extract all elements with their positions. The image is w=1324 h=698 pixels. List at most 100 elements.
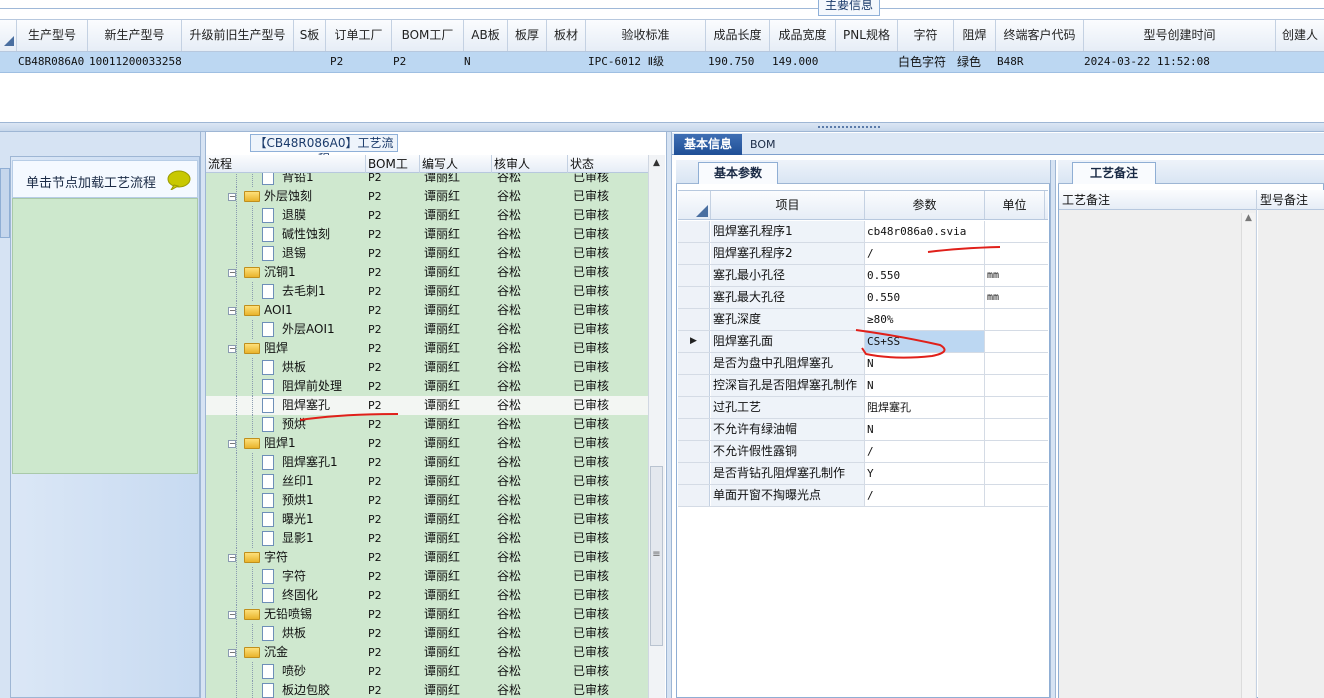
- col-standard[interactable]: 验收标准: [586, 20, 706, 51]
- param-value[interactable]: N: [865, 353, 985, 374]
- col-model[interactable]: 生产型号: [17, 20, 88, 51]
- main-info-title[interactable]: 主要信息: [818, 0, 880, 16]
- tree-folder-row[interactable]: − 沉金 P2 谭丽红 谷松 已审核: [206, 643, 648, 662]
- param-row[interactable]: 塞孔深度 ≥80%: [678, 309, 1048, 331]
- params-corner[interactable]: [678, 191, 711, 219]
- row-indicator[interactable]: [678, 397, 710, 418]
- row-indicator[interactable]: [678, 265, 710, 286]
- param-value[interactable]: CS+SS: [865, 331, 985, 352]
- left-side-tab[interactable]: [0, 168, 10, 238]
- tree-folder-row[interactable]: − 阻焊1 P2 谭丽红 谷松 已审核: [206, 434, 648, 453]
- row-indicator[interactable]: [678, 287, 710, 308]
- param-row[interactable]: 不允许有绿油帽 N: [678, 419, 1048, 441]
- col-param[interactable]: 参数: [865, 191, 985, 219]
- col-creator[interactable]: 创建人: [1276, 20, 1324, 51]
- row-indicator[interactable]: [678, 463, 710, 484]
- tree-step-row[interactable]: 喷砂 P2 谭丽红 谷松 已审核: [206, 662, 648, 681]
- col-bom-factory[interactable]: BOM工厂: [366, 155, 420, 189]
- param-row[interactable]: 是否背钻孔阻焊塞孔制作 Y: [678, 463, 1048, 485]
- param-row[interactable]: 控深盲孔是否阻焊塞孔制作 N: [678, 375, 1048, 397]
- tree-folder-row[interactable]: − 外层蚀刻 P2 谭丽红 谷松 已审核: [206, 187, 648, 206]
- table-row[interactable]: CB48R086A0 10011200033258 P2 P2 N IPC-60…: [0, 52, 1324, 73]
- col-status[interactable]: 状态: [568, 155, 648, 173]
- tree-folder-row[interactable]: − 无铅喷锡 P2 谭丽红 谷松 已审核: [206, 605, 648, 624]
- tree-step-row[interactable]: 曝光1 P2 谭丽红 谷松 已审核: [206, 510, 648, 529]
- row-indicator[interactable]: [678, 375, 710, 396]
- tree-step-row[interactable]: 显影1 P2 谭丽红 谷松 已审核: [206, 529, 648, 548]
- tree-step-row[interactable]: 阻焊前处理 P2 谭丽红 谷松 已审核: [206, 377, 648, 396]
- col-flow[interactable]: 流程: [206, 155, 366, 173]
- param-value[interactable]: 0.550: [865, 287, 985, 308]
- tree-step-row[interactable]: 阻焊塞孔1 P2 谭丽红 谷松 已审核: [206, 453, 648, 472]
- col-customer-code[interactable]: 终端客户代码: [996, 20, 1084, 51]
- col-ab-board[interactable]: AB板: [464, 20, 508, 51]
- tree-folder-row[interactable]: − 沉铜1 P2 谭丽红 谷松 已审核: [206, 263, 648, 282]
- tree-folder-row[interactable]: − AOI1 P2 谭丽红 谷松 已审核: [206, 301, 648, 320]
- splitter-grip-icon[interactable]: [818, 126, 880, 129]
- col-new-model[interactable]: 新生产型号: [88, 20, 182, 51]
- tree-step-row[interactable]: 退膜 P2 谭丽红 谷松 已审核: [206, 206, 648, 225]
- tree-step-row[interactable]: 退锡 P2 谭丽红 谷松 已审核: [206, 244, 648, 263]
- row-indicator[interactable]: [678, 419, 710, 440]
- middle-splitter[interactable]: [666, 132, 672, 698]
- col-thickness[interactable]: 板厚: [508, 20, 547, 51]
- param-value[interactable]: 0.550: [865, 265, 985, 286]
- scroll-up-icon[interactable]: ▲: [650, 157, 663, 170]
- tree-step-row[interactable]: 去毛刺1 P2 谭丽红 谷松 已审核: [206, 282, 648, 301]
- param-value[interactable]: N: [865, 375, 985, 396]
- col-item[interactable]: 项目: [711, 191, 865, 219]
- row-indicator[interactable]: [678, 441, 710, 462]
- tree-step-row[interactable]: 板边包胶 P2 谭丽红 谷松 已审核: [206, 681, 648, 698]
- col-solder-mask[interactable]: 阻焊: [954, 20, 996, 51]
- tree-step-row[interactable]: 终固化 P2 谭丽红 谷松 已审核: [206, 586, 648, 605]
- col-bom-factory[interactable]: BOM工厂: [392, 20, 464, 51]
- col-order-factory[interactable]: 订单工厂: [326, 20, 392, 51]
- col-length[interactable]: 成品长度: [706, 20, 770, 51]
- tree-step-row[interactable]: 丝印1 P2 谭丽红 谷松 已审核: [206, 472, 648, 491]
- param-value[interactable]: N: [865, 419, 985, 440]
- param-value[interactable]: /: [865, 485, 985, 506]
- param-row[interactable]: 是否为盘中孔阻焊塞孔 N: [678, 353, 1048, 375]
- tab-basic-info[interactable]: 基本信息: [674, 134, 742, 155]
- param-value[interactable]: /: [865, 441, 985, 462]
- collapse-toggle-icon[interactable]: −: [228, 649, 236, 657]
- select-all-corner-icon[interactable]: [4, 36, 14, 46]
- param-value[interactable]: 阻焊塞孔: [865, 397, 985, 418]
- row-indicator[interactable]: [678, 243, 710, 264]
- tab-bom[interactable]: BOM: [750, 134, 790, 155]
- param-value[interactable]: /: [865, 243, 985, 264]
- param-row[interactable]: 不允许假性露铜 /: [678, 441, 1048, 463]
- collapse-toggle-icon[interactable]: −: [228, 440, 236, 448]
- col-writer[interactable]: 编写人: [420, 155, 492, 173]
- tree-folder-row[interactable]: − 字符 P2 谭丽红 谷松 已审核: [206, 548, 648, 567]
- param-row[interactable]: 单面开窗不掏曝光点 /: [678, 485, 1048, 507]
- param-row[interactable]: ▶ 阻焊塞孔面 CS+SS: [678, 331, 1048, 353]
- tree-step-row[interactable]: 字符 P2 谭丽红 谷松 已审核: [206, 567, 648, 586]
- current-row-arrow-icon[interactable]: ▶: [678, 331, 710, 352]
- horizontal-splitter[interactable]: [0, 122, 1324, 132]
- process-tree[interactable]: 背铅1 P2 谭丽红 谷松 已审核 − 外层蚀刻 P2 谭丽红 谷松 已审核 退膜 P2 谭丽红 谷松 已审核…: [206, 173, 648, 698]
- remarks-scrollbar[interactable]: ▲: [1241, 213, 1255, 698]
- param-row[interactable]: 塞孔最小孔径 0.550 mm: [678, 265, 1048, 287]
- col-process-remark[interactable]: 工艺备注: [1059, 190, 1257, 210]
- col-silkscreen[interactable]: 字符: [898, 20, 954, 51]
- param-row[interactable]: 阻焊塞孔程序2/: [678, 243, 1048, 265]
- tree-step-row[interactable]: 烘板 P2 谭丽红 谷松 已审核: [206, 358, 648, 377]
- tree-folder-row[interactable]: − 阻焊 P2 谭丽红 谷松 已审核: [206, 339, 648, 358]
- tree-step-row[interactable]: 阻焊塞孔 P2 谭丽红 谷松 已审核: [206, 396, 648, 415]
- right-splitter[interactable]: [1050, 160, 1056, 698]
- col-old-model[interactable]: 升级前旧生产型号: [182, 20, 294, 51]
- param-value[interactable]: Y: [865, 463, 985, 484]
- col-reviewer[interactable]: 核审人: [492, 155, 568, 173]
- collapse-toggle-icon[interactable]: −: [228, 307, 236, 315]
- row-indicator[interactable]: [678, 485, 710, 506]
- param-row[interactable]: 塞孔最大孔径 0.550 mm: [678, 287, 1048, 309]
- collapse-toggle-icon[interactable]: −: [228, 269, 236, 277]
- col-created-time[interactable]: 型号创建时间: [1084, 20, 1276, 51]
- tree-step-row[interactable]: 外层AOI1 P2 谭丽红 谷松 已审核: [206, 320, 648, 339]
- process-remark-text[interactable]: [1059, 210, 1257, 698]
- row-indicator[interactable]: [678, 221, 710, 242]
- tree-step-row[interactable]: 碱性蚀刻 P2 谭丽红 谷松 已审核: [206, 225, 648, 244]
- collapse-toggle-icon[interactable]: −: [228, 611, 236, 619]
- row-indicator[interactable]: [678, 309, 710, 330]
